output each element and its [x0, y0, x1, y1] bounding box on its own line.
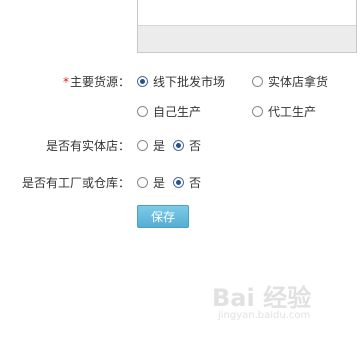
option-label: 否	[189, 176, 202, 190]
option-label: 是	[153, 176, 166, 190]
option-label: 线下批发市场	[153, 75, 226, 89]
physical-store-no[interactable]: 否	[173, 137, 201, 154]
radio-checked-icon[interactable]	[173, 177, 184, 188]
source-label: 主要货源：	[69, 75, 130, 89]
option-label: 实体店拿货	[268, 75, 329, 89]
factory-label: 是否有工厂或仓库：	[21, 176, 130, 190]
physical-store-yes[interactable]: 是	[137, 137, 165, 154]
physical-store-label: 是否有实体店：	[45, 139, 130, 153]
textarea-footer-shade	[138, 25, 356, 52]
radio-unchecked-icon[interactable]	[137, 140, 148, 151]
source-option-wholesale[interactable]: 线下批发市场	[137, 73, 225, 90]
factory-no[interactable]: 否	[173, 174, 201, 191]
radio-unchecked-icon[interactable]	[252, 106, 263, 117]
radio-unchecked-icon[interactable]	[252, 76, 263, 87]
watermark-brand: Bai 经验	[212, 284, 312, 312]
source-option-store-pickup[interactable]: 实体店拿货	[252, 73, 328, 90]
source-label-group: *主要货源：	[63, 73, 130, 90]
save-button[interactable]: 保存	[137, 205, 189, 228]
radio-unchecked-icon[interactable]	[137, 177, 148, 188]
option-label: 是	[153, 139, 166, 153]
radio-unchecked-icon[interactable]	[137, 106, 148, 117]
option-label: 代工生产	[268, 105, 317, 119]
description-textarea[interactable]	[137, 0, 357, 53]
option-label: 否	[189, 139, 202, 153]
radio-checked-icon[interactable]	[173, 140, 184, 151]
source-option-oem[interactable]: 代工生产	[252, 103, 316, 120]
option-label: 自己生产	[153, 105, 202, 119]
watermark-url: jingyan.baidu.com	[218, 310, 311, 321]
baidu-jingyan-watermark: Bai 经验 jingyan.baidu.com	[212, 278, 352, 328]
factory-yes[interactable]: 是	[137, 174, 165, 191]
source-option-self-produce[interactable]: 自己生产	[137, 103, 201, 120]
radio-checked-icon[interactable]	[137, 76, 148, 87]
required-star: *	[62, 75, 69, 89]
